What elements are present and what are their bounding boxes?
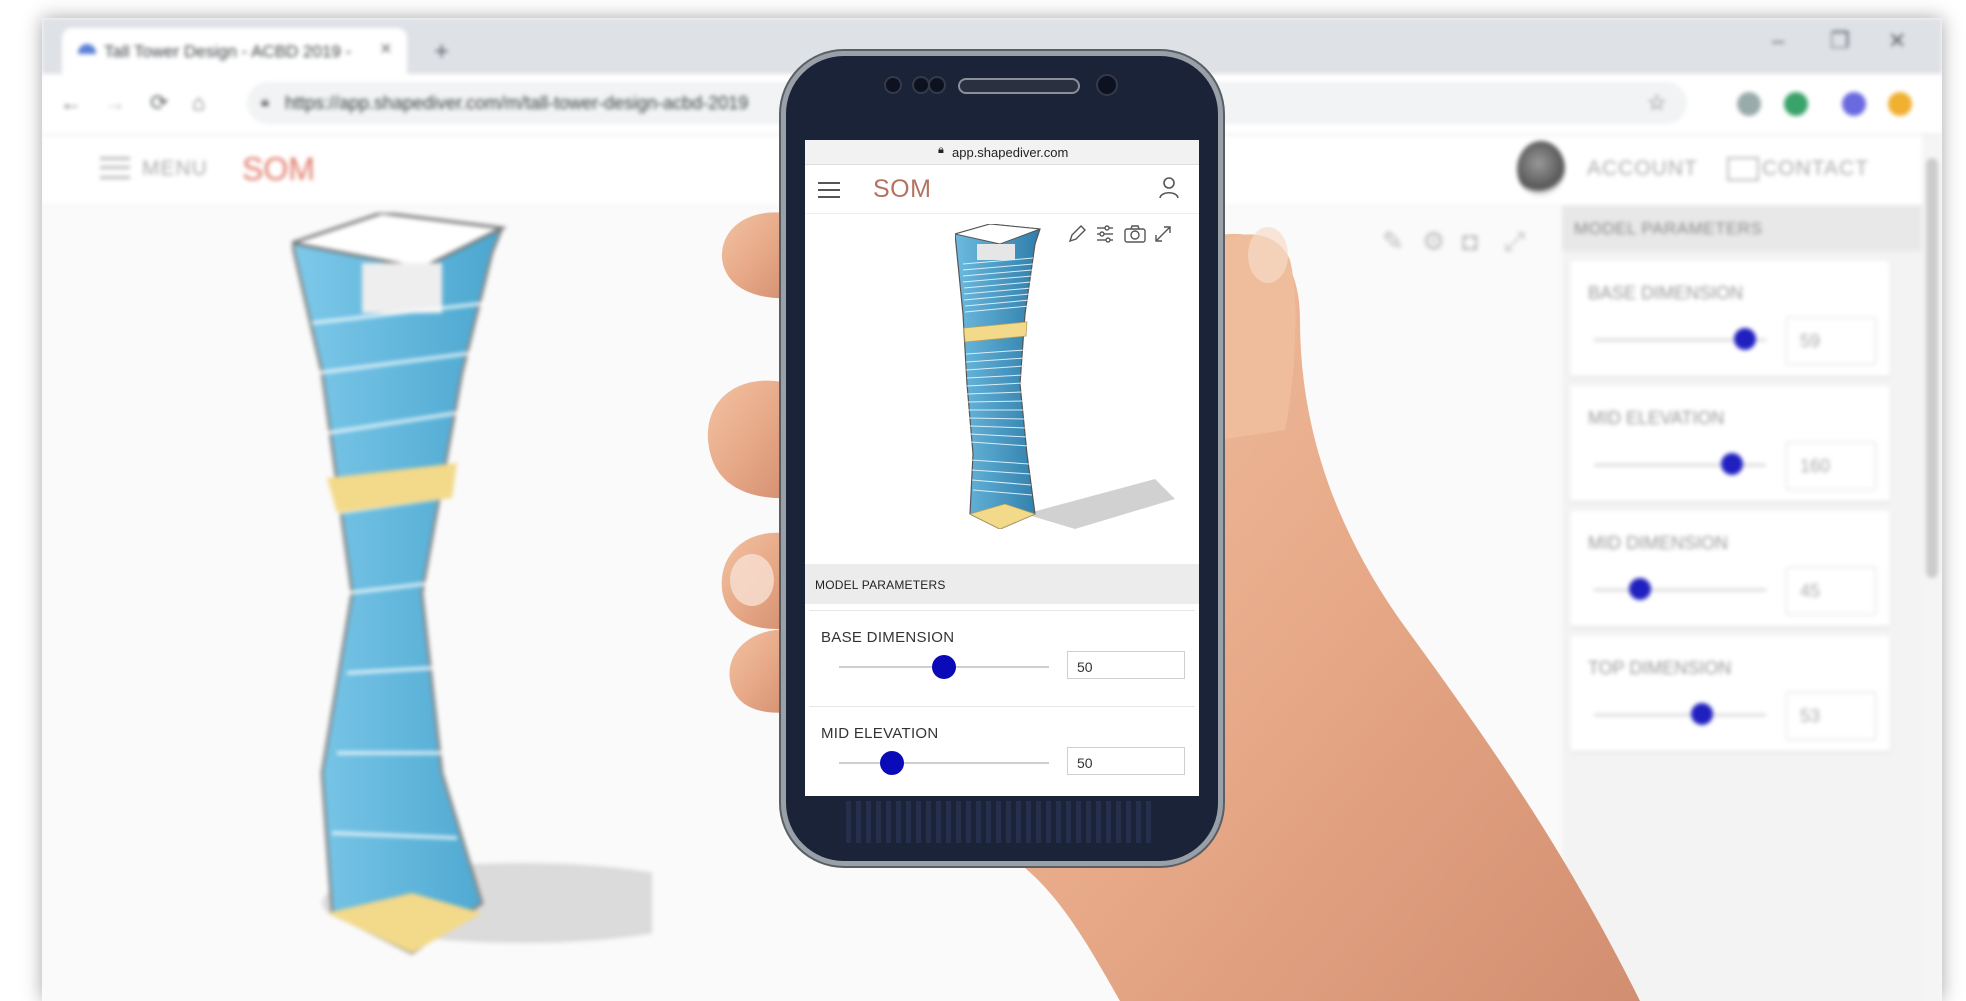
phone-bottom-bezel <box>846 801 1156 843</box>
user-icon[interactable] <box>1158 176 1180 200</box>
smartphone: 🔒︎ app.shapediver.com SOM MODEL PARAMETE… <box>786 56 1218 861</box>
slider-track[interactable] <box>839 762 1049 764</box>
mobile-url-bar[interactable]: 🔒︎ app.shapediver.com <box>805 140 1199 165</box>
som-logo: SOM <box>873 175 932 203</box>
tower-model-render <box>955 224 1175 529</box>
sensor-icon <box>884 76 902 94</box>
3d-viewer[interactable] <box>805 214 1199 559</box>
front-camera-icon <box>928 76 946 94</box>
hamburger-menu-icon[interactable] <box>818 182 840 198</box>
parameter-value: 50 <box>1077 755 1093 771</box>
earpiece-speaker <box>958 78 1080 94</box>
mobile-panel-header[interactable]: MODEL PARAMETERS <box>805 564 1199 604</box>
phone-screen: 🔒︎ app.shapediver.com SOM MODEL PARAMETE… <box>805 140 1199 796</box>
slider-thumb[interactable] <box>879 751 904 775</box>
slider-thumb[interactable] <box>932 655 956 679</box>
parameter-card: BASE DIMENSION 50 <box>809 610 1195 703</box>
mobile-panel-title: MODEL PARAMETERS <box>815 578 946 592</box>
selfie-camera-icon <box>1096 74 1118 96</box>
parameter-label: BASE DIMENSION <box>821 629 955 646</box>
parameter-label: MID ELEVATION <box>821 725 939 742</box>
mobile-app-header: SOM <box>805 165 1199 214</box>
lock-icon: 🔒︎ <box>938 144 944 156</box>
mobile-url: app.shapediver.com <box>952 145 1069 160</box>
parameter-value: 50 <box>1077 659 1093 675</box>
parameter-card: MID ELEVATION 50 <box>809 706 1195 796</box>
